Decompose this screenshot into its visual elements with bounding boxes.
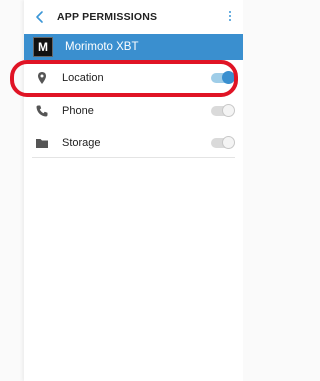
storage-toggle[interactable] (211, 136, 235, 149)
more-vert-icon[interactable] (227, 9, 233, 25)
toggle-knob (222, 71, 235, 84)
divider (32, 157, 235, 158)
app-name: Morimoto XBT (65, 41, 139, 53)
folder-icon (35, 136, 49, 150)
permission-label: Location (62, 72, 104, 84)
phone-icon (35, 104, 49, 118)
top-bar: APP PERMISSIONS (24, 0, 243, 34)
permission-row-location[interactable]: Location (24, 63, 243, 95)
phone-toggle[interactable] (211, 104, 235, 117)
page-title: APP PERMISSIONS (57, 11, 158, 23)
location-toggle[interactable] (211, 71, 235, 84)
chevron-left-icon[interactable] (32, 9, 48, 25)
toggle-knob (222, 136, 235, 149)
toggle-knob (222, 104, 235, 117)
app-header: M Morimoto XBT (24, 34, 243, 60)
app-logo: M (33, 37, 53, 57)
permission-row-phone[interactable]: Phone (24, 96, 243, 128)
permission-label: Phone (62, 105, 94, 117)
permission-label: Storage (62, 137, 101, 149)
location-pin-icon (35, 71, 49, 85)
permission-row-storage[interactable]: Storage (24, 128, 243, 160)
screen: APP PERMISSIONS M Morimoto XBT Location … (0, 0, 243, 381)
